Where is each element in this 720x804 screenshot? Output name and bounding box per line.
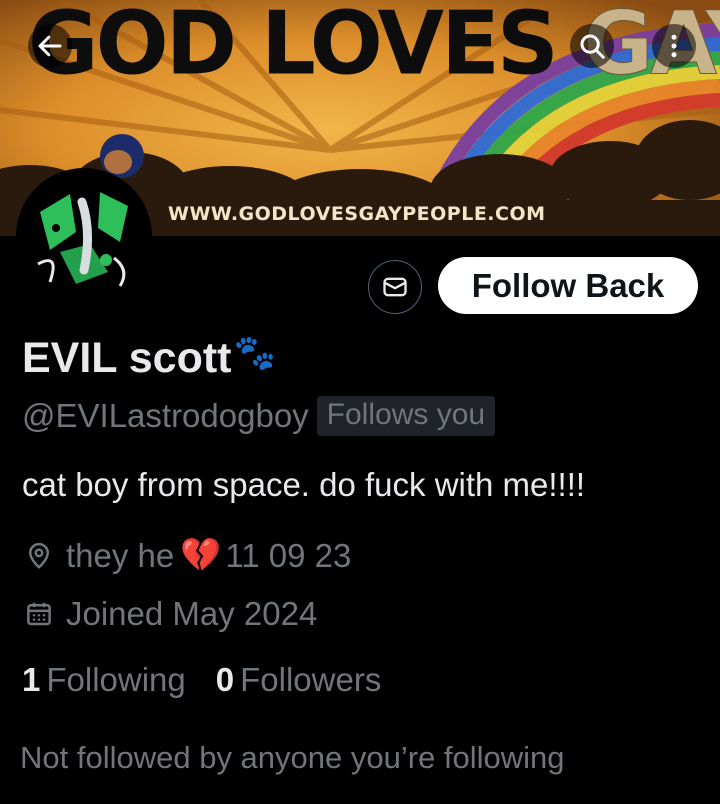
bio: cat boy from space. do fuck with me!!!!	[22, 466, 586, 503]
follow-stats: 1 Following 0 Followers	[22, 661, 381, 699]
paw-prints-emoji: 🐾	[233, 333, 276, 372]
avatar[interactable]	[16, 168, 152, 304]
followers-link[interactable]: 0 Followers	[216, 661, 382, 699]
more-vertical-icon	[671, 34, 677, 58]
not-followed-notice: Not followed by anyone you’re following	[20, 740, 565, 775]
joined-row: Joined May 2024	[22, 595, 317, 633]
followers-count: 0	[215, 661, 235, 698]
search-icon	[580, 34, 605, 59]
calendar-icon	[22, 597, 56, 631]
username-handle: @EVILastrodogboy	[22, 397, 309, 434]
location-text: they he	[66, 536, 175, 574]
display-name: EVIL scott 🐾	[22, 334, 276, 383]
banner-title: GOD LOVES GAYS	[28, 0, 720, 96]
following-link[interactable]: 1 Following	[22, 661, 186, 699]
search-button[interactable]	[570, 24, 614, 68]
banner-url: WWW.GODLOVESGAYPEOPLE.COM	[168, 203, 546, 225]
location-row: they he 💔 11 09 23	[22, 536, 351, 575]
follow-back-button[interactable]: Follow Back	[438, 257, 698, 314]
message-button[interactable]	[368, 260, 422, 314]
message-envelope-icon	[383, 277, 407, 297]
broken-heart-emoji: 💔	[180, 536, 222, 573]
arrow-left-icon	[38, 35, 62, 57]
display-name-text: EVIL scott	[22, 334, 232, 382]
more-options-button[interactable]	[652, 24, 696, 68]
location-date: 11 09 23	[225, 536, 352, 574]
handle-row: @EVILastrodogboy Follows you	[22, 396, 496, 436]
following-label: Following	[46, 661, 186, 698]
location-pin-icon	[22, 539, 56, 573]
avatar-art	[20, 172, 148, 300]
back-button[interactable]	[28, 24, 72, 68]
followers-label: Followers	[240, 661, 382, 698]
follows-you-badge: Follows you	[316, 396, 496, 436]
joined-date: Joined May 2024	[66, 595, 318, 632]
following-count: 1	[22, 661, 41, 698]
